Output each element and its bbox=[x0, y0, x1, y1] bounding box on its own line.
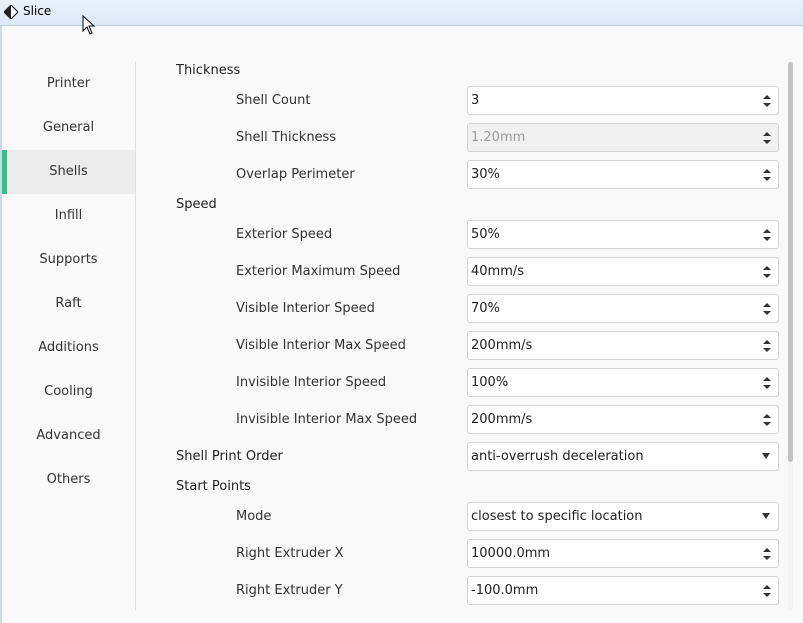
spin-arrows-icon[interactable] bbox=[762, 93, 772, 109]
shell-count-spinbox[interactable]: 3 bbox=[467, 86, 779, 115]
spin-arrows-icon[interactable] bbox=[762, 264, 772, 280]
settings-sidebar: Printer General Shells Infill Supports R… bbox=[2, 62, 135, 502]
shell-print-order-dropdown[interactable]: anti-overrush deceleration bbox=[467, 442, 779, 471]
sidebar-item-cooling[interactable]: Cooling bbox=[2, 370, 135, 414]
visible-interior-max-speed-value: 200mm/s bbox=[471, 338, 533, 353]
invisible-interior-max-speed-label: Invisible Interior Max Speed bbox=[236, 412, 418, 427]
spin-arrows-icon[interactable] bbox=[762, 412, 772, 428]
visible-interior-max-speed-label: Visible Interior Max Speed bbox=[236, 338, 406, 353]
mouse-cursor-icon bbox=[82, 15, 96, 35]
visible-interior-speed-value: 70% bbox=[471, 301, 500, 316]
spin-arrows-icon[interactable] bbox=[762, 546, 772, 562]
shell-thickness-value: 1.20mm bbox=[471, 130, 526, 145]
right-extruder-x-label: Right Extruder X bbox=[236, 546, 344, 561]
invisible-interior-speed-label: Invisible Interior Speed bbox=[236, 375, 387, 390]
spin-arrows-icon[interactable] bbox=[762, 167, 772, 183]
visible-interior-max-speed-spinbox[interactable]: 200mm/s bbox=[467, 331, 779, 360]
right-extruder-y-spinbox[interactable]: -100.0mm bbox=[467, 576, 779, 605]
dropdown-arrow-icon[interactable] bbox=[762, 453, 770, 459]
exterior-max-speed-spinbox[interactable]: 40mm/s bbox=[467, 257, 779, 286]
shell-thickness-label: Shell Thickness bbox=[236, 130, 337, 145]
sidebar-item-printer[interactable]: Printer bbox=[2, 62, 135, 106]
section-start-points: Start Points bbox=[176, 479, 251, 494]
exterior-speed-label: Exterior Speed bbox=[236, 227, 333, 242]
shell-thickness-spinbox: 1.20mm bbox=[467, 123, 779, 152]
visible-interior-speed-label: Visible Interior Speed bbox=[236, 301, 375, 316]
spin-arrows-icon[interactable] bbox=[762, 338, 772, 354]
mode-dropdown[interactable]: closest to specific location bbox=[467, 502, 779, 531]
sidebar-item-general[interactable]: General bbox=[2, 106, 135, 150]
app-logo-icon bbox=[4, 5, 18, 19]
spin-arrows-icon bbox=[763, 132, 771, 144]
spin-arrows-icon[interactable] bbox=[762, 227, 772, 243]
shell-count-value: 3 bbox=[471, 93, 480, 108]
dropdown-arrow-icon[interactable] bbox=[762, 513, 770, 519]
right-extruder-y-label: Right Extruder Y bbox=[236, 583, 343, 598]
exterior-speed-value: 50% bbox=[471, 227, 500, 242]
sidebar-item-advanced[interactable]: Advanced bbox=[2, 414, 135, 458]
shell-print-order-value: anti-overrush deceleration bbox=[471, 449, 644, 464]
exterior-speed-spinbox[interactable]: 50% bbox=[467, 220, 779, 249]
invisible-interior-max-speed-value: 200mm/s bbox=[471, 412, 533, 427]
sidebar-item-shells[interactable]: Shells bbox=[2, 150, 135, 194]
right-extruder-x-spinbox[interactable]: 10000.0mm bbox=[467, 539, 779, 568]
shell-count-label: Shell Count bbox=[236, 93, 311, 108]
spin-arrows-icon[interactable] bbox=[762, 375, 772, 391]
overlap-perimeter-label: Overlap Perimeter bbox=[236, 167, 355, 182]
sidebar-item-raft[interactable]: Raft bbox=[2, 282, 135, 326]
shell-print-order-label: Shell Print Order bbox=[176, 449, 283, 464]
title-bar: Slice bbox=[0, 0, 803, 26]
sidebar-item-additions[interactable]: Additions bbox=[2, 326, 135, 370]
sidebar-item-supports[interactable]: Supports bbox=[2, 238, 135, 282]
section-speed: Speed bbox=[176, 197, 217, 212]
window-title: Slice bbox=[23, 4, 52, 18]
overlap-perimeter-value: 30% bbox=[471, 167, 500, 182]
right-extruder-x-value: 10000.0mm bbox=[471, 546, 551, 561]
sidebar-item-infill[interactable]: Infill bbox=[2, 194, 135, 238]
invisible-interior-max-speed-spinbox[interactable]: 200mm/s bbox=[467, 405, 779, 434]
section-thickness: Thickness bbox=[176, 63, 241, 78]
overlap-perimeter-spinbox[interactable]: 30% bbox=[467, 160, 779, 189]
exterior-max-speed-label: Exterior Maximum Speed bbox=[236, 264, 401, 279]
scrollbar-thumb[interactable] bbox=[788, 62, 793, 462]
spin-arrows-icon[interactable] bbox=[762, 583, 772, 599]
spin-arrows-icon[interactable] bbox=[762, 301, 772, 317]
right-extruder-y-value: -100.0mm bbox=[471, 583, 539, 598]
mode-label: Mode bbox=[236, 509, 272, 524]
shells-settings-panel: Thickness Shell Count 3 Shell Thickness … bbox=[136, 60, 786, 620]
invisible-interior-speed-spinbox[interactable]: 100% bbox=[467, 368, 779, 397]
invisible-interior-speed-value: 100% bbox=[471, 375, 509, 390]
visible-interior-speed-spinbox[interactable]: 70% bbox=[467, 294, 779, 323]
sidebar-item-others[interactable]: Others bbox=[2, 458, 135, 502]
exterior-max-speed-value: 40mm/s bbox=[471, 264, 525, 279]
mode-value: closest to specific location bbox=[471, 509, 643, 524]
